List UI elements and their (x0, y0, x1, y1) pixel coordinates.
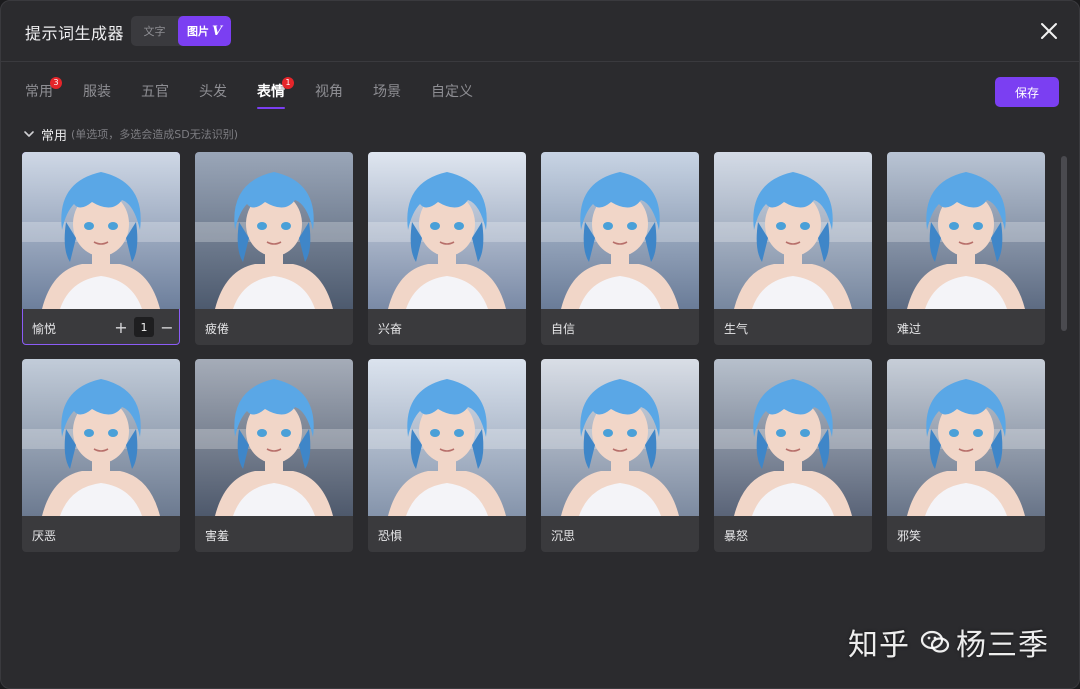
save-button-label: 保存 (1014, 85, 1039, 100)
tab-label: 服装 (83, 84, 111, 100)
tab-label: 头发 (199, 84, 227, 100)
section-title: 常用 (41, 128, 68, 144)
expression-thumbnail (195, 359, 353, 516)
mode-image-label: 图片 (186, 25, 209, 38)
tab-label: 自定义 (431, 84, 473, 100)
watermark-text-left: 知乎 (848, 628, 910, 663)
expression-label: 沉思 (551, 529, 576, 543)
tab-1[interactable]: 服装 (83, 77, 111, 109)
close-button[interactable] (1037, 19, 1061, 43)
mode-image-button[interactable]: 图片 V (178, 16, 231, 46)
scrollbar[interactable] (1061, 156, 1067, 331)
tab-label: 表情 (257, 84, 285, 100)
decrement-button[interactable]: − (160, 318, 174, 337)
quantity-stepper: +1− (114, 316, 174, 338)
tab-3[interactable]: 头发 (199, 77, 227, 109)
expression-thumbnail (541, 152, 699, 309)
expression-label: 厌恶 (32, 529, 57, 543)
expression-label: 兴奋 (378, 322, 403, 336)
dialog-header: 提示词生成器 文字 图片 V (1, 1, 1079, 62)
expression-label: 邪笑 (897, 529, 922, 543)
expression-thumbnail (22, 359, 180, 516)
expression-grid: 愉悦 +1− 疲倦 兴奋 自信 生气 难过 厌恶 害羞 恐惧 沉思 暴怒 邪笑 (22, 152, 1052, 552)
watermark-text-right: 杨三季 (956, 628, 1049, 663)
quantity-value[interactable]: 1 (134, 317, 154, 337)
expression-card[interactable]: 生气 (714, 152, 872, 345)
mode-text-label: 文字 (143, 25, 166, 38)
tab-badge: 1 (282, 77, 294, 89)
expression-thumbnail (714, 152, 872, 309)
expression-card[interactable]: 沉思 (541, 359, 699, 552)
expression-label: 愉悦 (32, 322, 57, 336)
tab-label: 视角 (315, 84, 343, 100)
expression-thumbnail (887, 152, 1045, 309)
close-icon (1041, 23, 1057, 39)
expression-card[interactable]: 愉悦 +1− (22, 152, 180, 345)
expression-label: 恐惧 (378, 529, 403, 543)
dialog-title: 提示词生成器 (25, 24, 125, 43)
expression-card[interactable]: 暴怒 (714, 359, 872, 552)
save-button[interactable]: 保存 (995, 77, 1059, 107)
expression-label: 自信 (551, 322, 576, 336)
mode-text-button[interactable]: 文字 (131, 16, 178, 46)
section-header: 常用 (单选项，多选会造成SD无法识别) (23, 125, 239, 144)
expression-card[interactable]: 恐惧 (368, 359, 526, 552)
tab-badge: 3 (50, 77, 62, 89)
tab-6[interactable]: 场景 (373, 77, 401, 109)
section-note: (单选项，多选会造成SD无法识别) (71, 128, 239, 141)
expression-label: 暴怒 (724, 529, 749, 543)
tab-label: 常用 (25, 84, 53, 100)
expression-card[interactable]: 疲倦 (195, 152, 353, 345)
chevron-down-icon[interactable] (23, 128, 35, 140)
expression-thumbnail (714, 359, 872, 516)
expression-card[interactable]: 邪笑 (887, 359, 1045, 552)
expression-thumbnail (887, 359, 1045, 516)
expression-thumbnail (368, 152, 526, 309)
prompt-generator-dialog: 提示词生成器 文字 图片 V 常用 3 服装 五官 头发 表情 1 视角 场景 自定义 保存 常用… (0, 0, 1080, 689)
tab-label: 场景 (373, 84, 401, 100)
expression-thumbnail (541, 359, 699, 516)
expression-label: 难过 (897, 322, 922, 336)
expression-card[interactable]: 厌恶 (22, 359, 180, 552)
expression-label: 疲倦 (205, 322, 230, 336)
tab-0[interactable]: 常用 3 (25, 77, 62, 109)
expression-card[interactable]: 害羞 (195, 359, 353, 552)
expression-label: 生气 (724, 322, 749, 336)
increment-button[interactable]: + (114, 318, 128, 337)
tab-4[interactable]: 表情 1 (257, 77, 294, 109)
tab-7[interactable]: 自定义 (431, 77, 473, 109)
expression-thumbnail (195, 152, 353, 309)
expression-label: 害羞 (205, 529, 230, 543)
category-tabs: 常用 3 服装 五官 头发 表情 1 视角 场景 自定义 (25, 77, 503, 111)
expression-card[interactable]: 自信 (541, 152, 699, 345)
wechat-logo-icon (920, 630, 950, 653)
tab-5[interactable]: 视角 (315, 77, 343, 109)
watermark: 知乎 杨三季 (848, 620, 1049, 664)
expression-thumbnail (368, 359, 526, 516)
mode-switch: 文字 图片 V (131, 16, 231, 46)
vip-mark: V (211, 23, 223, 39)
tab-2[interactable]: 五官 (141, 77, 169, 109)
expression-thumbnail (22, 152, 180, 309)
expression-card[interactable]: 难过 (887, 152, 1045, 345)
expression-card[interactable]: 兴奋 (368, 152, 526, 345)
tab-label: 五官 (141, 84, 169, 100)
